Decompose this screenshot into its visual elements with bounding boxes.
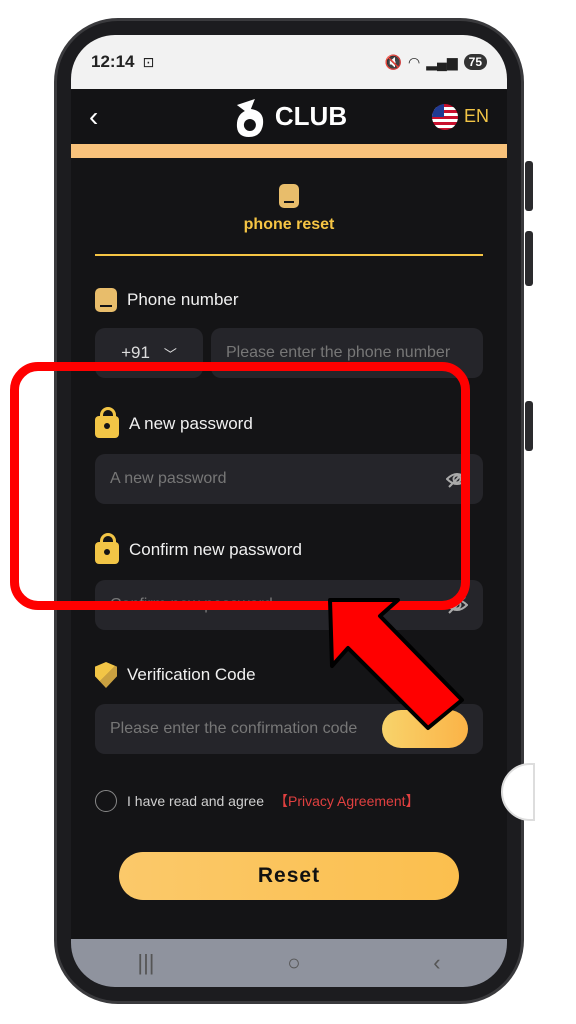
phone-placeholder: Please enter the phone number bbox=[226, 344, 451, 361]
chevron-down-icon: ﹀ bbox=[163, 346, 177, 362]
recent-apps-icon[interactable]: ||| bbox=[137, 950, 154, 976]
verification-label-text: Verification Code bbox=[127, 665, 256, 684]
phone-icon bbox=[279, 184, 299, 208]
wifi-icon: ◠ bbox=[407, 53, 421, 70]
shield-icon bbox=[95, 662, 117, 688]
phone-label-text: Phone number bbox=[127, 290, 239, 309]
power-button bbox=[525, 231, 533, 286]
phone-label: Phone number bbox=[95, 288, 483, 312]
signal-icon: ▂▄▆ bbox=[426, 53, 458, 70]
tab-label: phone reset bbox=[243, 216, 335, 233]
tab-phone-reset[interactable]: phone reset bbox=[95, 158, 483, 234]
side-button bbox=[525, 401, 533, 451]
brand-name: CLUB bbox=[274, 101, 348, 131]
back-icon[interactable]: ‹ bbox=[89, 101, 119, 133]
back-nav-icon[interactable]: ‹ bbox=[433, 950, 440, 976]
status-bar: 12:14 ⊡ 🔇 ◠ ▂▄▆ 75 bbox=[71, 35, 507, 89]
android-nav-bar: ||| ○ ‹ bbox=[71, 939, 507, 987]
privacy-agreement-link[interactable]: 【Privacy Agreement】 bbox=[274, 791, 420, 811]
logo-icon bbox=[236, 98, 264, 137]
language-label: EN bbox=[463, 106, 489, 126]
us-flag-icon bbox=[431, 103, 458, 130]
status-time: 12:14 bbox=[91, 52, 135, 71]
agree-text: I have read and agree bbox=[127, 793, 264, 809]
red-arrow-annotation bbox=[328, 598, 464, 730]
tab-underline bbox=[95, 254, 483, 256]
agreement-row: I have read and agree 【Privacy Agreement… bbox=[95, 790, 483, 812]
password-highlight-box bbox=[10, 362, 470, 610]
mute-icon: 🔇 bbox=[384, 53, 402, 70]
battery-badge: 75 bbox=[463, 54, 487, 70]
app-header: ‹ CLUB EN bbox=[71, 89, 507, 144]
home-icon[interactable]: ○ bbox=[287, 950, 300, 976]
brand-logo: CLUB bbox=[231, 95, 347, 139]
status-icons: 🔇 ◠ ▂▄▆ 75 bbox=[385, 54, 487, 71]
language-selector[interactable]: EN bbox=[431, 103, 489, 130]
volume-button bbox=[525, 161, 533, 211]
country-code-value: +91 bbox=[121, 343, 150, 362]
screenshot-icon: ⊡ bbox=[142, 53, 155, 70]
reset-button[interactable]: Reset bbox=[119, 852, 459, 900]
header-divider-bar bbox=[71, 144, 507, 158]
agree-checkbox[interactable] bbox=[95, 790, 117, 812]
phone-icon bbox=[95, 288, 117, 312]
